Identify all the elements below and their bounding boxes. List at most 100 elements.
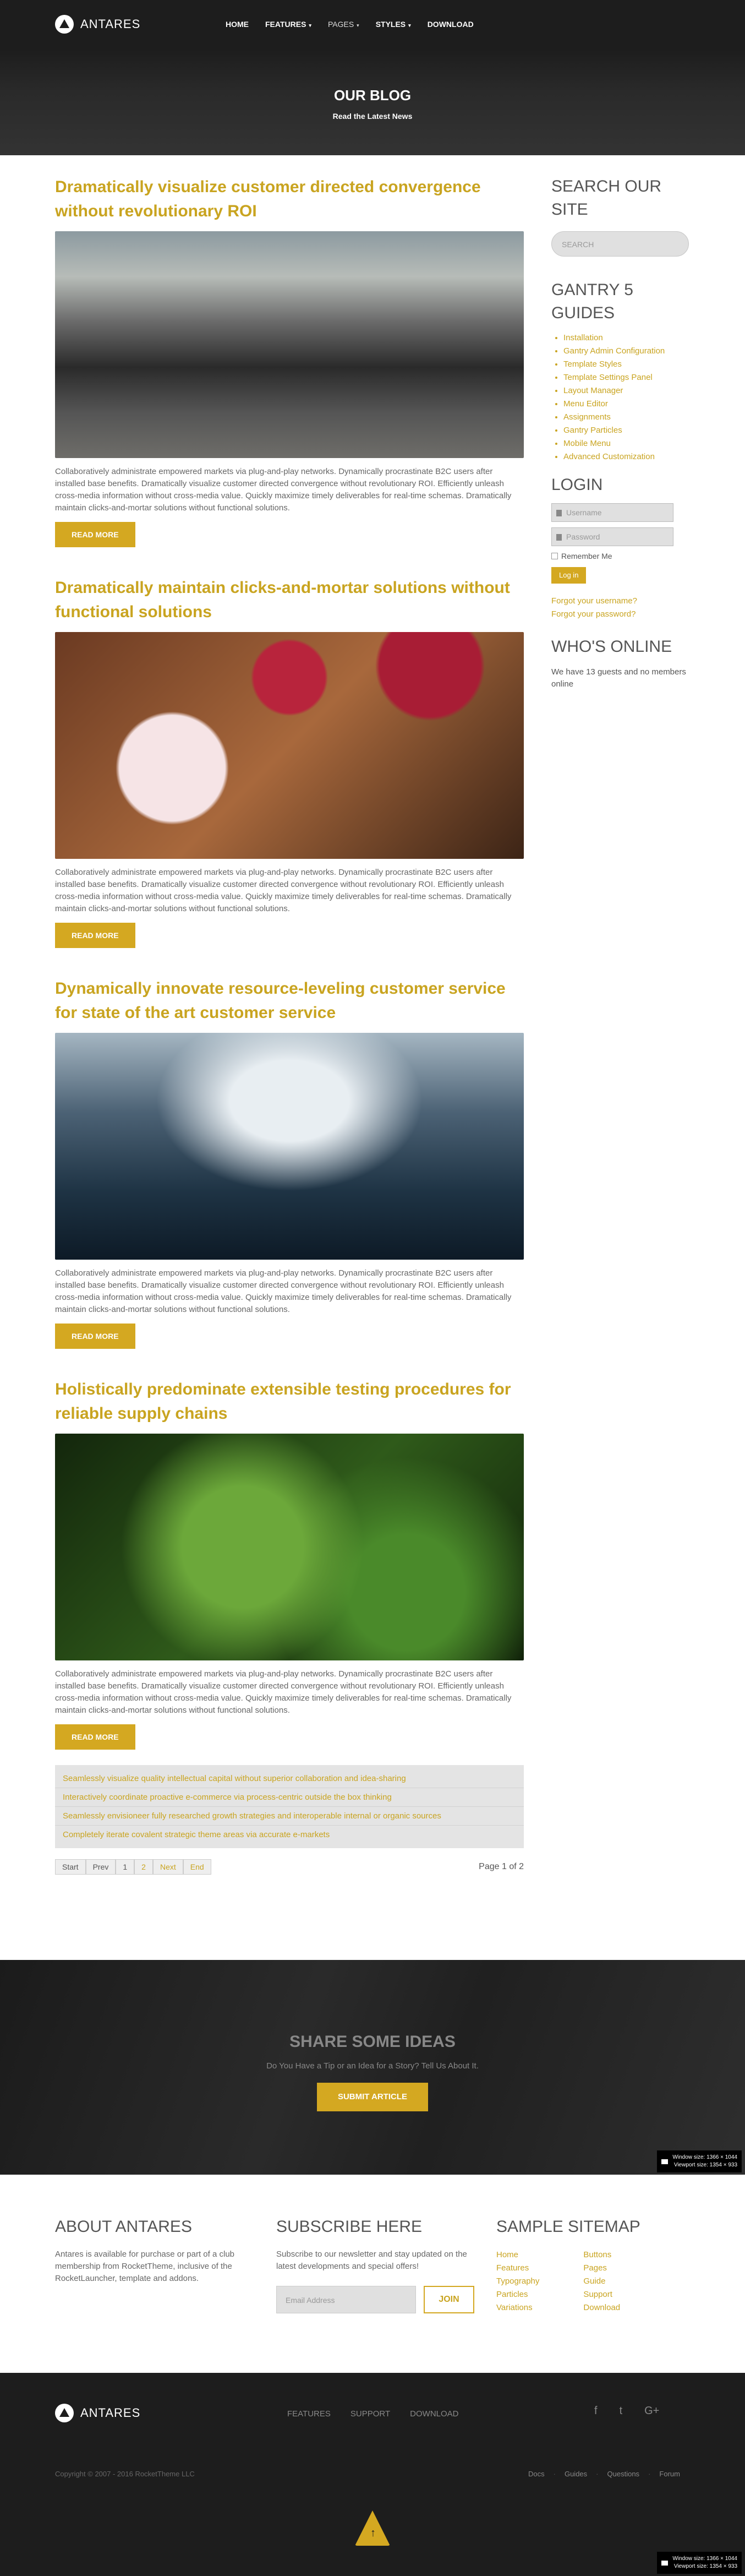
login-heading: LOGIN — [551, 476, 603, 494]
twitter-icon[interactable]: t — [620, 2405, 623, 2417]
sitemap-link[interactable]: Pages — [583, 2262, 620, 2275]
guide-link[interactable]: Advanced Customization — [563, 450, 690, 464]
article-title[interactable]: Dynamically innovate resource-leveling c… — [55, 977, 524, 1031]
facebook-icon[interactable]: f — [594, 2405, 598, 2417]
blog-article: Dynamically innovate resource-leveling c… — [55, 977, 524, 1377]
password-field[interactable]: Password — [551, 527, 673, 546]
forgot-username-link[interactable]: Forgot your username? — [551, 595, 690, 608]
guide-link[interactable]: Menu Editor — [563, 397, 690, 411]
chevron-down-icon: ▾ — [408, 23, 411, 28]
pagination-start[interactable]: Start — [55, 1859, 86, 1875]
google-plus-icon[interactable]: G+ — [644, 2405, 659, 2417]
article-title[interactable]: Dramatically maintain clicks-and-mortar … — [55, 576, 524, 630]
read-more-button[interactable]: READ MORE — [55, 923, 135, 948]
more-article-link[interactable]: Interactively coordinate proactive e-com… — [55, 1788, 524, 1807]
site-footer: ANTARES FEATURES SUPPORT DOWNLOAD f t G+… — [0, 2373, 745, 2576]
read-more-button[interactable]: READ MORE — [55, 1724, 135, 1750]
pagination-page-1[interactable]: 1 — [116, 1859, 135, 1875]
footer-menu: FEATURES SUPPORT DOWNLOAD — [287, 2409, 459, 2419]
username-field[interactable]: Username — [551, 503, 673, 522]
submit-article-button[interactable]: SUBMIT ARTICLE — [316, 2083, 429, 2111]
email-field[interactable]: Email Address — [276, 2286, 416, 2313]
site-header: ANTARES HOME FEATURES ▾ PAGES ▾ STYLES ▾ DO… — [0, 0, 745, 50]
nav-item-pages[interactable]: PAGES ▾ — [328, 20, 359, 29]
share-section: SHARE SOME IDEAS Do You Have a Tip or an… — [0, 1960, 745, 2175]
subscribe-text: Subscribe to our newsletter and stay upd… — [276, 2250, 467, 2271]
leaves-image — [55, 1434, 524, 1660]
sitemap-link[interactable]: Buttons — [583, 2248, 620, 2262]
footer-link-features[interactable]: FEATURES — [287, 2409, 331, 2419]
guide-link[interactable]: Installation — [563, 331, 690, 345]
sitemap-link[interactable]: Variations — [496, 2301, 539, 2314]
sitemap-heading: SAMPLE SITEMAP — [496, 2218, 640, 2236]
pagination-end[interactable]: End — [183, 1859, 211, 1875]
more-article-link[interactable]: Seamlessly envisioneer fully researched … — [55, 1807, 524, 1826]
guide-link[interactable]: Template Styles — [563, 358, 690, 371]
share-text: Do You Have a Tip or an Idea for a Story… — [266, 2061, 479, 2071]
footer-link-guides[interactable]: Guides — [565, 2470, 587, 2478]
footer-logo[interactable]: ANTARES — [55, 2404, 140, 2422]
nav-item-features[interactable]: FEATURES ▾ — [265, 20, 311, 29]
sitemap-link[interactable]: Support — [583, 2288, 620, 2301]
guide-link[interactable]: Template Settings Panel — [563, 371, 690, 384]
search-input[interactable]: SEARCH — [551, 231, 689, 257]
remember-checkbox[interactable] — [551, 553, 558, 559]
footer-link-download[interactable]: DOWNLOAD — [410, 2409, 458, 2419]
article-title[interactable]: Holistically predominate extensible test… — [55, 1377, 524, 1431]
share-title: SHARE SOME IDEAS — [289, 2033, 456, 2051]
guide-link[interactable]: Layout Manager — [563, 384, 690, 397]
article-title[interactable]: Dramatically visualize customer directed… — [55, 175, 524, 229]
search-heading: SEARCH OUR SITE — [551, 177, 662, 219]
sitemap-link[interactable]: Particles — [496, 2288, 539, 2301]
window-size-badge: Window size: 1366 × 1044 Viewport size: 1… — [657, 2150, 742, 2172]
guide-link[interactable]: Mobile Menu — [563, 437, 690, 450]
nav-item-download[interactable]: DOWNLOAD — [428, 20, 474, 29]
window-size-badge: Window size: 1366 × 1044 Viewport size: 1… — [657, 2552, 742, 2574]
footer-link-forum[interactable]: Forum — [659, 2470, 680, 2478]
chevron-down-icon: ▾ — [309, 23, 311, 28]
lock-icon — [556, 534, 562, 541]
social-links: f t G+ — [594, 2405, 659, 2417]
sitemap-link[interactable]: Features — [496, 2262, 539, 2275]
sitemap-link[interactable]: Typography — [496, 2275, 539, 2288]
online-text: We have 13 guests and no members online — [551, 667, 686, 689]
sitemap-link[interactable]: Download — [583, 2301, 620, 2314]
sitemap-column: SAMPLE SITEMAP Home Features Typography … — [496, 2218, 690, 2314]
pagination-next[interactable]: Next — [152, 1859, 183, 1875]
chevron-down-icon: ▾ — [357, 23, 359, 28]
sitemap-link[interactable]: Home — [496, 2248, 539, 2262]
motorcycle-image — [55, 231, 524, 458]
sitemap-link[interactable]: Guide — [583, 2275, 620, 2288]
more-article-link[interactable]: Completely iterate covalent strategic th… — [55, 1826, 524, 1844]
login-button[interactable]: Log in — [551, 567, 587, 584]
nav-item-styles[interactable]: STYLES ▾ — [376, 20, 411, 29]
water-splash-image — [55, 1033, 524, 1260]
user-icon — [556, 510, 562, 517]
forgot-password-link[interactable]: Forgot your password? — [551, 608, 690, 621]
read-more-button[interactable]: READ MORE — [55, 522, 135, 547]
logo-icon — [55, 15, 74, 34]
logo[interactable]: ANTARES — [55, 15, 140, 34]
pagination-prev[interactable]: Prev — [85, 1859, 116, 1875]
read-more-button[interactable]: READ MORE — [55, 1324, 135, 1349]
radish-image — [55, 632, 524, 859]
remember-me: Remember Me — [551, 552, 690, 560]
footer-link-support[interactable]: SUPPORT — [350, 2409, 390, 2419]
page-hero: OUR BLOG Read the Latest News — [0, 50, 745, 155]
pagination-page-2[interactable]: 2 — [134, 1859, 153, 1875]
footer-link-docs[interactable]: Docs — [528, 2470, 545, 2478]
page-title: OUR BLOG — [333, 87, 412, 104]
footer-link-questions[interactable]: Questions — [607, 2470, 640, 2478]
guide-link[interactable]: Gantry Admin Configuration — [563, 345, 690, 358]
about-text: Antares is available for purchase or par… — [55, 2250, 235, 2283]
more-article-link[interactable]: Seamlessly visualize quality intellectua… — [55, 1769, 524, 1788]
sidebar: SEARCH OUR SITE SEARCH GANTRY 5 GUIDES I… — [551, 175, 690, 690]
blog-article: Dramatically maintain clicks-and-mortar … — [55, 576, 524, 977]
join-button[interactable]: JOIN — [424, 2286, 474, 2313]
separator: · — [553, 2470, 556, 2478]
back-to-top-button[interactable]: ↑ — [355, 2510, 390, 2546]
nav-item-home[interactable]: HOME — [226, 20, 249, 29]
guide-link[interactable]: Gantry Particles — [563, 424, 690, 437]
guide-link[interactable]: Assignments — [563, 411, 690, 424]
footer-widgets: ABOUT ANTARES Antares is available for p… — [0, 2175, 745, 2373]
